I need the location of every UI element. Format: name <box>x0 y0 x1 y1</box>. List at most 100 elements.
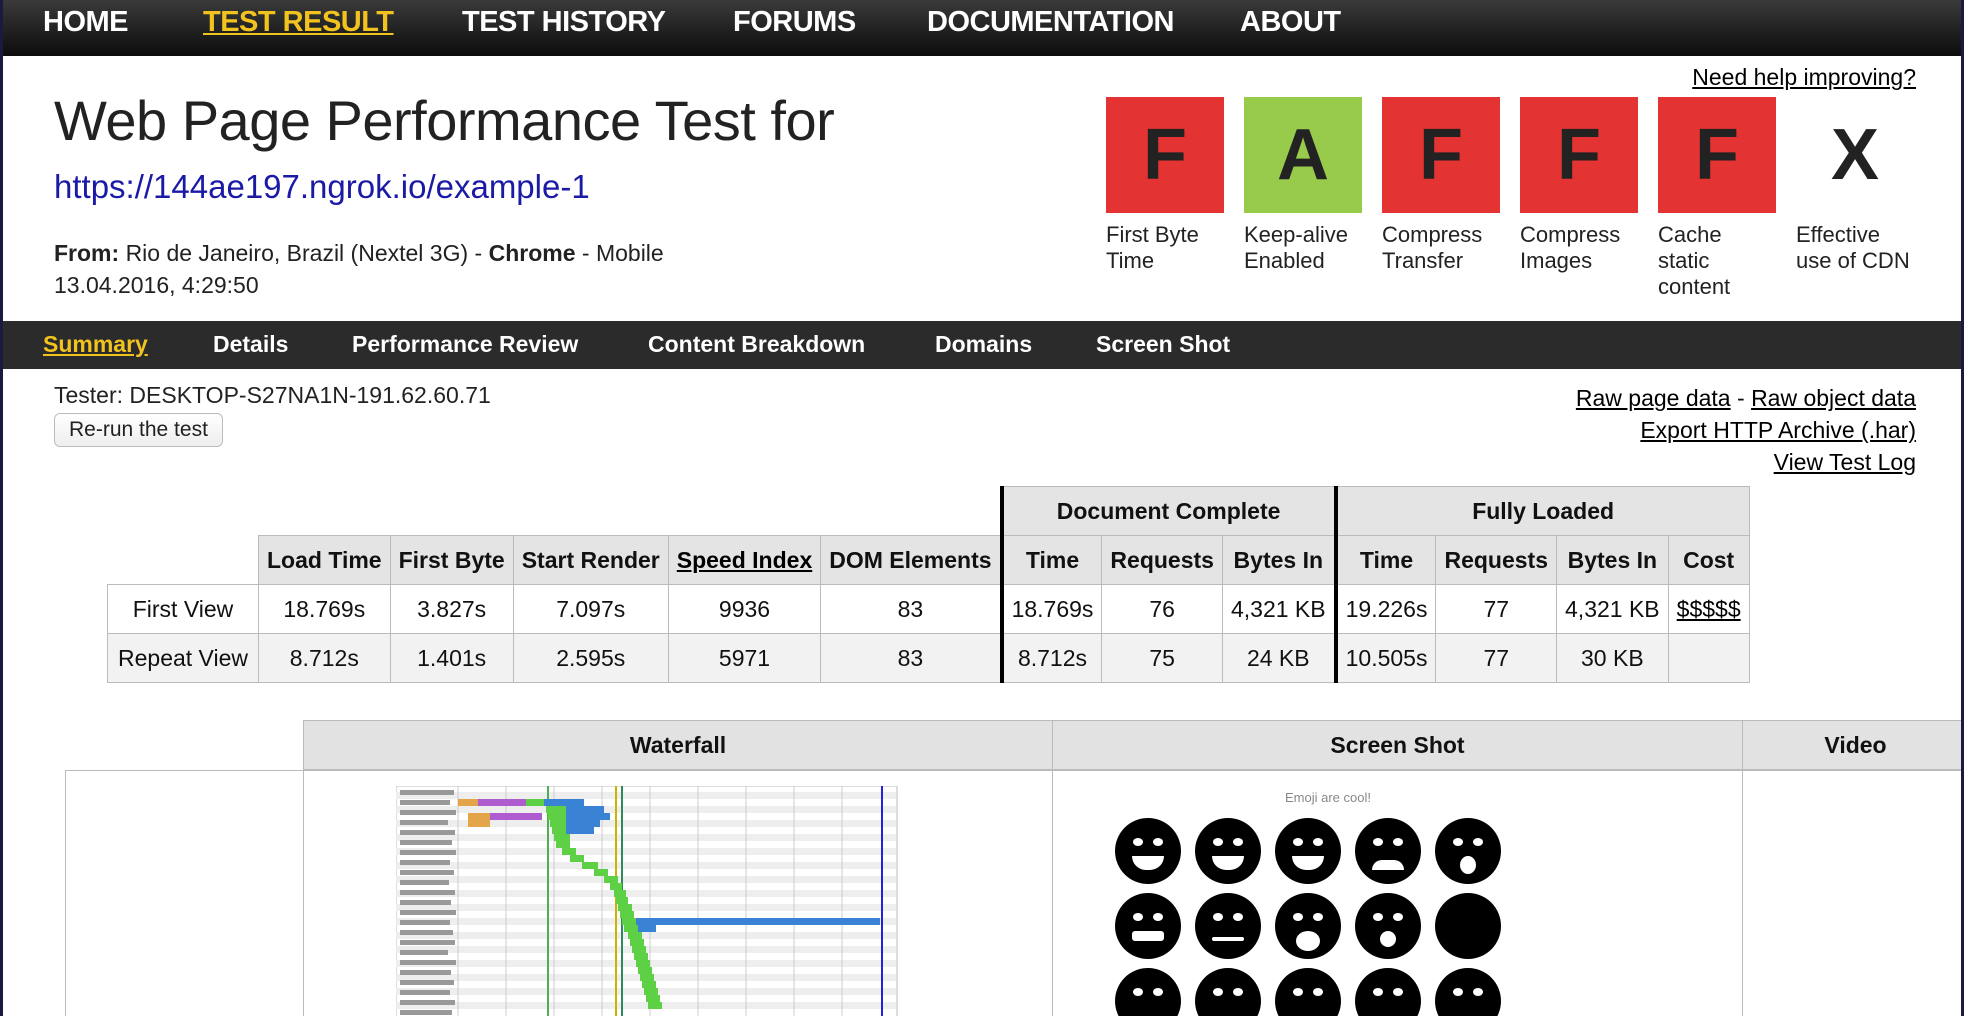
grade-box[interactable]: F <box>1382 97 1500 213</box>
col-load-time: Load Time <box>258 535 391 585</box>
table-cell: 30 KB <box>1556 633 1669 683</box>
grade-keep-alive[interactable]: A Keep-alive Enabled <box>1244 97 1362 274</box>
grade-box[interactable]: F <box>1106 97 1224 213</box>
document-complete-header: Document Complete <box>999 486 1337 536</box>
row-label: First View <box>107 584 259 634</box>
table-cell: 18.769s <box>999 584 1103 634</box>
page-frame: HOME TEST RESULT TEST HISTORY FORUMS DOC… <box>0 0 1964 1016</box>
emoji-icon <box>1115 893 1181 959</box>
fully-loaded-header: Fully Loaded <box>1333 486 1750 536</box>
grade-box[interactable]: A <box>1244 97 1362 213</box>
raw-links-row: Raw page data - Raw object data <box>1576 382 1916 414</box>
view-test-log-link[interactable]: View Test Log <box>1774 449 1916 475</box>
table-cell: 75 <box>1101 633 1223 683</box>
nav-test-result[interactable]: TEST RESULT <box>203 6 394 39</box>
col-full-requests: Requests <box>1435 535 1558 585</box>
test-location: From: Rio de Janeiro, Brazil (Nextel 3G)… <box>54 240 664 267</box>
grade-compress-transfer[interactable]: F Compress Transfer <box>1382 97 1500 274</box>
har-row: Export HTTP Archive (.har) <box>1576 414 1916 446</box>
table-cell: 18.769s <box>258 584 391 634</box>
nav-about[interactable]: ABOUT <box>1240 6 1341 39</box>
test-date: 13.04.2016, 4:29:50 <box>54 272 259 298</box>
table-cell: 19.226s <box>1333 584 1437 634</box>
grade-first-byte[interactable]: F First Byte Time <box>1106 97 1224 274</box>
help-link[interactable]: Need help improving? <box>1692 64 1916 91</box>
grade-label: First Byte Time <box>1106 222 1199 273</box>
table-cell: 10.505s <box>1333 633 1437 683</box>
col-speed-index: Speed Index <box>667 535 822 585</box>
emoji-icon <box>1275 818 1341 884</box>
data-links: Raw page data - Raw object data Export H… <box>1576 382 1916 478</box>
grade-box[interactable]: X <box>1796 97 1914 213</box>
col-doc-time: Time <box>999 535 1103 585</box>
table-cell: 1.401s <box>389 633 514 683</box>
col-first-byte: First Byte <box>389 535 514 585</box>
waterfall-header: Waterfall <box>303 720 1053 770</box>
speed-index-link[interactable]: Speed Index <box>677 547 812 573</box>
table-cell: 5971 <box>667 633 822 683</box>
tab-details[interactable]: Details <box>213 331 288 358</box>
nav-documentation[interactable]: DOCUMENTATION <box>927 6 1174 39</box>
nav-forums[interactable]: FORUMS <box>733 6 856 39</box>
table-cell: 77 <box>1435 584 1558 634</box>
raw-page-data-link[interactable]: Raw page data <box>1576 385 1731 411</box>
raw-object-data-link[interactable]: Raw object data <box>1751 385 1916 411</box>
video-header: Video <box>1742 720 1961 770</box>
grade-box[interactable]: F <box>1658 97 1776 213</box>
emoji-icon <box>1435 818 1501 884</box>
col-dom-elements: DOM Elements <box>820 535 1003 585</box>
col-full-time: Time <box>1333 535 1437 585</box>
emoji-icon <box>1195 818 1261 884</box>
col-doc-requests: Requests <box>1101 535 1223 585</box>
nav-test-history[interactable]: TEST HISTORY <box>462 6 666 39</box>
grade-cdn[interactable]: X Effective use of CDN <box>1796 97 1914 274</box>
waterfall-url-labels <box>400 790 456 1015</box>
cost-link[interactable]: $$$$$ <box>1677 596 1741 622</box>
screenshot-header: Screen Shot <box>1052 720 1743 770</box>
test-url-link[interactable]: https://144ae197.ngrok.io/example-1 <box>54 168 590 206</box>
table-row: Repeat View 8.712s 1.401s 2.595s 5971 83… <box>107 633 1750 683</box>
rerun-test-button[interactable]: Re-run the test <box>54 413 223 447</box>
page-title: Web Page Performance Test for <box>54 89 835 152</box>
device-text: Mobile <box>595 240 664 266</box>
table-cell: 9936 <box>667 584 822 634</box>
table-cell: 4,321 KB <box>1556 584 1669 634</box>
col-full-bytes: Bytes In <box>1556 535 1669 585</box>
grade-label: Compress Images <box>1520 222 1621 273</box>
separator: - <box>474 240 483 266</box>
table-cell: 77 <box>1435 633 1558 683</box>
grade-compress-images[interactable]: F Compress Images <box>1520 97 1638 274</box>
top-navigation: HOME TEST RESULT TEST HISTORY FORUMS DOC… <box>3 0 1961 56</box>
export-har-link[interactable]: Export HTTP Archive (.har) <box>1640 417 1916 443</box>
tab-domains[interactable]: Domains <box>935 331 1032 358</box>
grade-cache-static[interactable]: F Cache static content <box>1658 97 1776 300</box>
tab-screen-shot[interactable]: Screen Shot <box>1096 331 1230 358</box>
table-cell: 7.097s <box>512 584 669 634</box>
table-cell: 4,321 KB <box>1221 584 1337 634</box>
from-label: From: <box>54 240 120 266</box>
table-cell: 8.712s <box>999 633 1103 683</box>
emoji-icon <box>1355 893 1421 959</box>
waterfall-thumbnail[interactable] <box>396 786 898 1016</box>
media-blank-cell <box>65 770 304 1016</box>
grade-box[interactable]: F <box>1520 97 1638 213</box>
column-header-row: Load Time First Byte Start Render Speed … <box>108 535 1750 585</box>
row-label: Repeat View <box>107 633 259 683</box>
tab-summary[interactable]: Summary <box>43 331 148 358</box>
blank-cell <box>108 487 1002 536</box>
table-row: First View 18.769s 3.827s 7.097s 9936 83… <box>107 584 1750 634</box>
emoji-icon <box>1115 818 1181 884</box>
col-doc-bytes: Bytes In <box>1221 535 1337 585</box>
cost-cell: $$$$$ <box>1667 584 1750 634</box>
table-cell: 83 <box>820 633 1003 683</box>
tab-performance-review[interactable]: Performance Review <box>352 331 578 358</box>
separator: - <box>581 240 590 266</box>
emoji-icon <box>1435 893 1501 959</box>
col-cost: Cost <box>1667 535 1750 585</box>
tester-info: Tester: DESKTOP-S27NA1N-191.62.60.71 <box>54 382 491 408</box>
grade-label: Keep-alive Enabled <box>1244 222 1348 273</box>
tab-content-breakdown[interactable]: Content Breakdown <box>648 331 865 358</box>
nav-home[interactable]: HOME <box>43 6 129 39</box>
log-row: View Test Log <box>1576 446 1916 478</box>
results-table: Document Complete Fully Loaded Load Time… <box>107 486 1750 683</box>
